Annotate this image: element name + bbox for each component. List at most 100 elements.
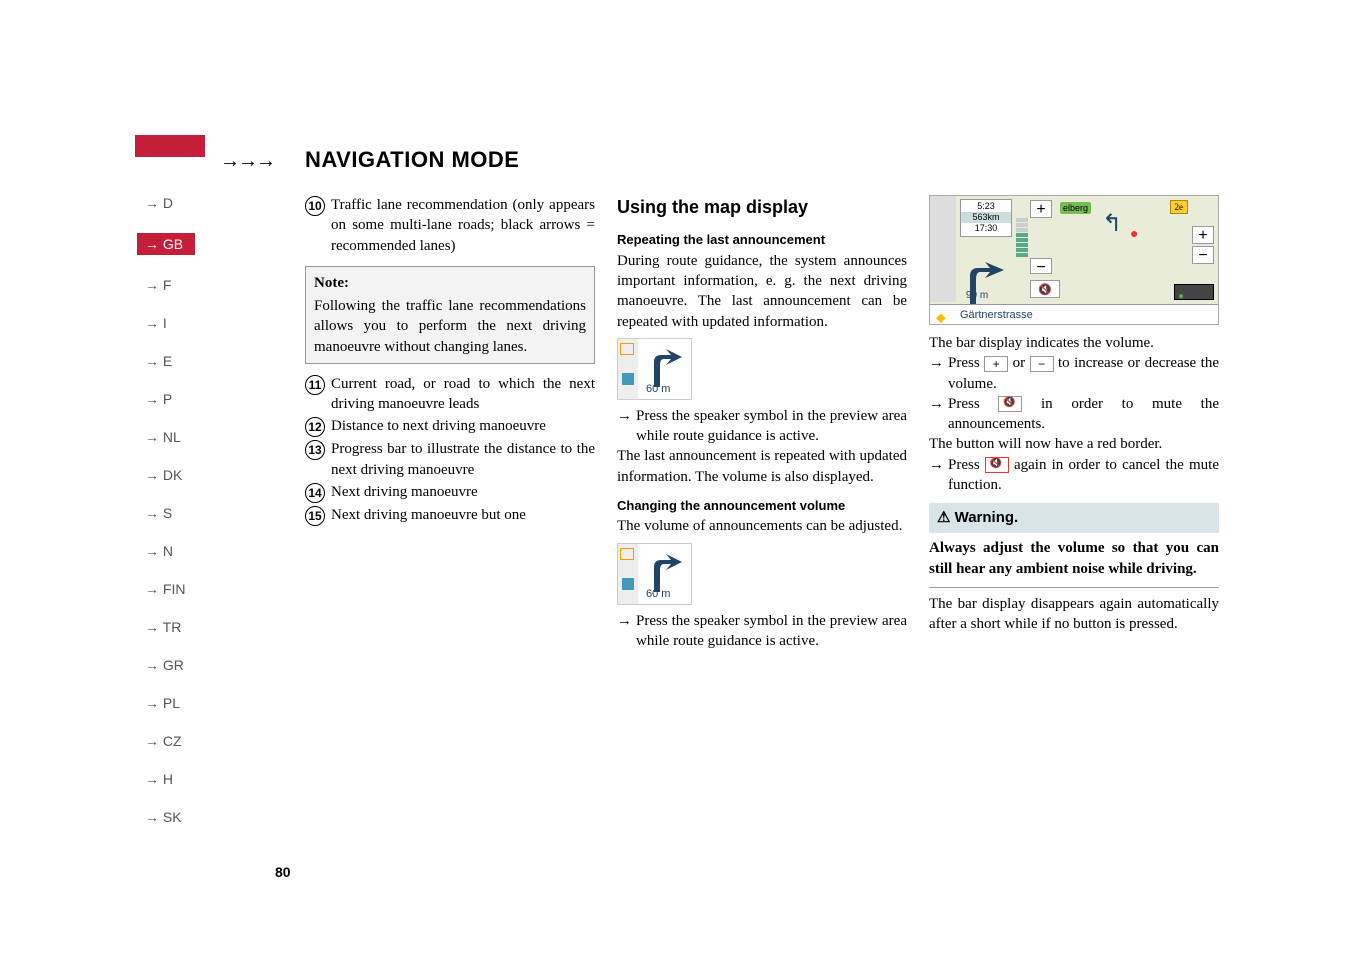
page-title: NAVIGATION MODE (305, 147, 519, 173)
speaker-icon (622, 373, 634, 385)
sidebar-item: → N (145, 543, 205, 559)
direction-arrow-icon: ⬥ (936, 307, 946, 327)
sidebar-item: → PL (145, 695, 205, 711)
disappear-para: The bar display disappears again automat… (929, 594, 1219, 635)
road-label: elberg (1060, 202, 1091, 214)
arrow-bullet-icon: → (929, 455, 944, 496)
column-3: 5:23 563km 17:30 + − 🔇 + − elberg ↰ ● 2e… (929, 195, 1219, 651)
nav-left-strip (930, 196, 956, 302)
turn-arrow-icon (646, 552, 682, 592)
turn-arrow-icon (646, 347, 682, 387)
preview-image-1: 60 m (617, 338, 692, 400)
column-1: 10 Traffic lane recommendation (only app… (305, 195, 595, 651)
sidebar-item: → GR (145, 657, 205, 673)
sidebar-item: → SK (145, 809, 205, 825)
repeat-heading: Repeating the last announcement (617, 231, 907, 249)
mute-button[interactable]: 🔇 (1030, 280, 1060, 298)
step-cancel-text: Press again in order to cancel the mute … (948, 455, 1219, 496)
sidebar-item: → H (145, 771, 205, 787)
bar-display-para: The bar display indicates the volume. (929, 333, 1219, 353)
minus-inline-icon: − (1030, 356, 1054, 372)
circle-14: 14 (305, 483, 325, 503)
plus-inline-icon: + (984, 356, 1008, 372)
plus-button[interactable]: + (1030, 200, 1052, 218)
nav-screenshot: 5:23 563km 17:30 + − 🔇 + − elberg ↰ ● 2e… (929, 195, 1219, 325)
using-map-heading: Using the map display (617, 195, 907, 219)
zoom-in-button[interactable]: + (1192, 226, 1214, 244)
speaker-icon (622, 578, 634, 590)
sidebar-item: → P (145, 391, 205, 407)
nav-km: 563km (961, 212, 1011, 223)
item-12-text: Distance to next driving manoeuvre (331, 416, 595, 437)
warning-triangle-icon (620, 343, 634, 355)
nav-info-box: 5:23 563km 17:30 (960, 199, 1012, 237)
column-2: Using the map display Repeating the last… (617, 195, 907, 651)
sidebar-item: → I (145, 315, 205, 331)
step-cancel-mute: → Press again in order to cancel the mut… (929, 455, 1219, 496)
warning-divider (929, 587, 1219, 588)
red-border-para: The button will now have a red border. (929, 434, 1219, 454)
nav-time: 5:23 (961, 201, 1011, 212)
note-box: Note: Following the traffic lane recomme… (305, 266, 595, 364)
circle-10: 10 (305, 196, 325, 216)
sidebar-item: → FIN (145, 581, 205, 597)
circle-11: 11 (305, 375, 325, 395)
sidebar-item: → D (145, 195, 205, 211)
nav-street-bar: ⬥ Gärtnerstrasse (930, 304, 1218, 324)
sidebar-item: → TR (145, 619, 205, 635)
preview-image-2: 60 m (617, 543, 692, 605)
arrow-bullet-icon: → (929, 353, 944, 394)
repeat-para: During route guidance, the system announ… (617, 251, 907, 332)
item-13: 13 Progress bar to illustrate the distan… (305, 439, 595, 480)
step-text-2: Press the speaker symbol in the preview … (636, 611, 907, 652)
item-15: 15 Next driving manoeuvre but one (305, 505, 595, 526)
circle-15: 15 (305, 506, 325, 526)
page-number: 80 (275, 864, 291, 880)
sidebar-item: → CZ (145, 733, 205, 749)
mute-inline-icon (998, 396, 1022, 412)
sidebar-item: → NL (145, 429, 205, 445)
sidebar-item: → S (145, 505, 205, 521)
header-arrows: →→→ (220, 150, 274, 173)
item-13-text: Progress bar to illustrate the distance … (331, 439, 595, 480)
step-press-speaker-1: → Press the speaker symbol in the previe… (617, 406, 907, 447)
yellow-badge-icon: 2e (1170, 200, 1189, 214)
minus-button[interactable]: − (1030, 258, 1052, 274)
step-text-1: Press the speaker symbol in the preview … (636, 406, 907, 447)
map-arrow-icon: ↰ (1102, 208, 1122, 240)
item-10-text: Traffic lane recommendation (only appear… (331, 195, 595, 256)
sidebar-item: → F (145, 277, 205, 293)
content-columns: 10 Traffic lane recommendation (only app… (305, 195, 1219, 651)
distance-2: 60 m (646, 587, 670, 602)
volume-bars-icon (1016, 218, 1028, 257)
arrow-bullet-icon: → (617, 406, 632, 447)
note-title: Note: (314, 273, 586, 293)
item-15-text: Next driving manoeuvre but one (331, 505, 595, 526)
arrow-bullet-icon: → (929, 394, 944, 435)
item-10: 10 Traffic lane recommendation (only app… (305, 195, 595, 256)
step-volume: → Press + or − to increase or decrease t… (929, 353, 1219, 394)
step-mute-text: Press in order to mute the announcements… (948, 394, 1219, 435)
note-body: Following the traffic lane recommendatio… (314, 296, 586, 357)
zoom-out-button[interactable]: − (1192, 246, 1214, 264)
warning-heading: ⚠ Warning. (929, 503, 1219, 533)
warning-triangle-icon (620, 548, 634, 560)
distance-1: 60 m (646, 382, 670, 397)
repeat-para-2: The last announcement is repeated with u… (617, 446, 907, 487)
header-red-bar (135, 135, 205, 157)
nav-distance: 90 m (966, 289, 988, 303)
item-11: 11 Current road, or road to which the ne… (305, 374, 595, 415)
item-12: 12 Distance to next driving manoeuvre (305, 416, 595, 437)
circle-13: 13 (305, 440, 325, 460)
step-mute: → Press in order to mute the announcemen… (929, 394, 1219, 435)
sidebar-item: → DK (145, 467, 205, 483)
warning-body: Always adjust the volume so that you can… (929, 538, 1219, 579)
circle-12: 12 (305, 417, 325, 437)
change-vol-para: The volume of announcements can be adjus… (617, 516, 907, 536)
sidebar-item: → E (145, 353, 205, 369)
item-11-text: Current road, or road to which the next … (331, 374, 595, 415)
item-14: 14 Next driving manoeuvre (305, 482, 595, 503)
language-sidebar: → D→ GB→ F→ I→ E→ P→ NL→ DK→ S→ N→ FIN→ … (145, 195, 205, 847)
mute-red-inline-icon (985, 457, 1009, 473)
arrow-bullet-icon: → (617, 611, 632, 652)
